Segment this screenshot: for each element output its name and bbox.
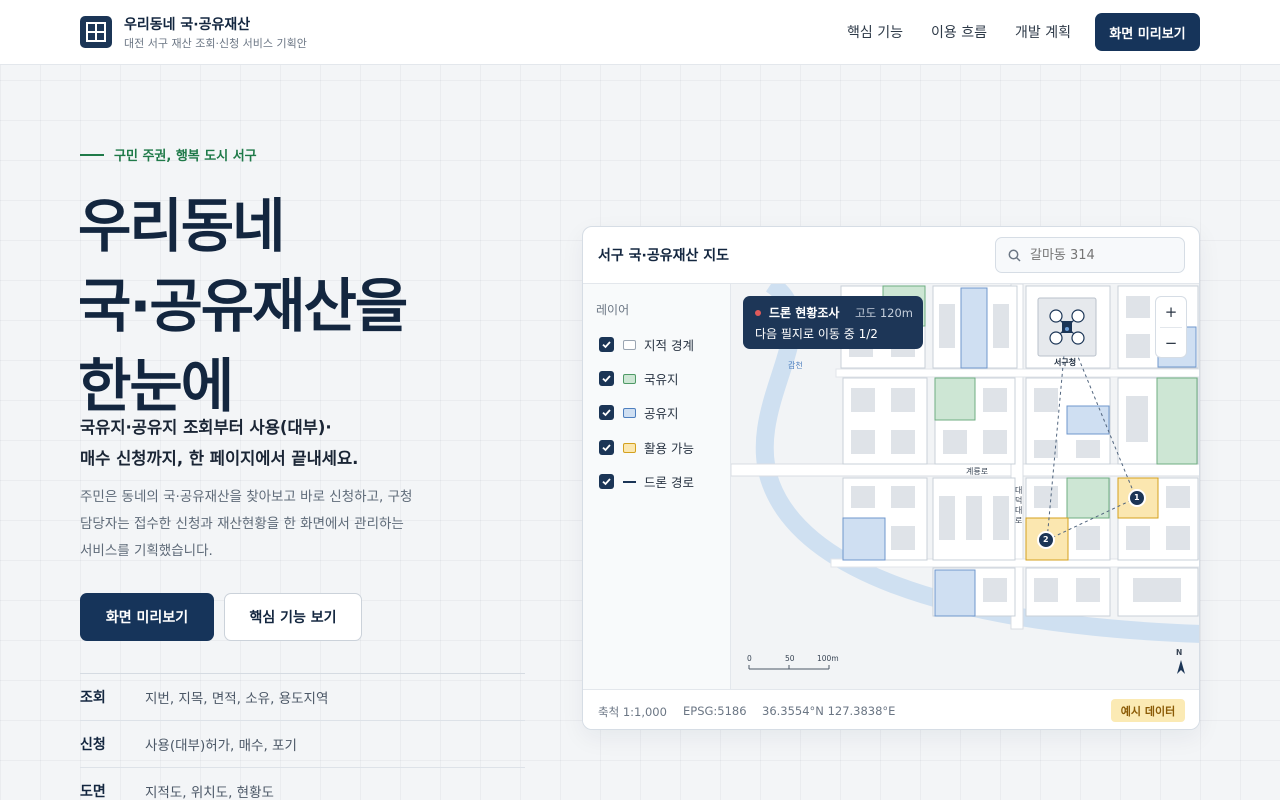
office-label: 서구청 xyxy=(1054,358,1077,367)
hero-lead: 국유지·공유지 조회부터 사용(대부)· 매수 신청까지, 한 페이지에서 끝내… xyxy=(80,412,520,474)
hero-description-line: 담당자는 접수한 신청과 재산현황을 한 화면에서 관리하는 xyxy=(80,516,404,532)
map-scale-text: 축척 1:1,000 xyxy=(598,705,667,719)
hero-features-button[interactable]: 핵심 기능 보기 xyxy=(224,593,362,641)
legend-swatch xyxy=(623,339,636,350)
road-label: 계룡로 xyxy=(966,467,989,476)
marker-2-label[interactable]: 2 xyxy=(1043,535,1049,544)
layer-label: 공유지 xyxy=(644,406,679,421)
feature-row: 도면 지적도, 위치도, 현황도 xyxy=(80,768,525,800)
layer-heading: 레이어 xyxy=(596,303,630,317)
legend-swatch xyxy=(623,407,636,418)
layer-label: 지적 경계 xyxy=(644,338,694,353)
hero-title: 우리동네 국·공유재산을 한눈에 xyxy=(78,186,538,426)
recording-dot-icon xyxy=(755,310,761,316)
legend-swatch xyxy=(623,373,636,384)
zoom-out-button[interactable]: − xyxy=(1156,328,1186,358)
checkbox-checked-icon[interactable] xyxy=(599,371,614,386)
map-card-title: 서구 국·공유재산 지도 xyxy=(598,248,729,264)
brand-subtitle: 대전 서구 재산 조회·신청 서비스 기획안 xyxy=(124,37,307,50)
zoom-in-button[interactable]: + xyxy=(1156,297,1186,327)
eyebrow: 구민 주권, 행복 도시 서구 xyxy=(80,145,257,164)
hero-description-line: 주민은 동네의 국·공유재산을 찾아보고 바로 신청하고, 구청 xyxy=(80,489,413,505)
zoom-control: + − xyxy=(1155,296,1187,358)
drone-status-card: 드론 현황조사 고도 120m 다음 필지로 이동 중 1/2 xyxy=(743,296,923,349)
checkbox-checked-icon[interactable] xyxy=(599,337,614,352)
drone-altitude: 고도 120m xyxy=(855,306,913,320)
drone-title: 드론 현황조사 xyxy=(769,306,840,320)
legend-swatch xyxy=(623,442,636,453)
top-header: 우리동네 국·공유재산 대전 서구 재산 조회·신청 서비스 기획안 핵심 기능… xyxy=(0,0,1280,65)
feature-key: 조회 xyxy=(80,690,106,706)
logo-icon[interactable] xyxy=(80,16,112,48)
hero-lead-line: 국유지·공유지 조회부터 사용(대부)· xyxy=(80,418,332,437)
layer-toggle-national[interactable]: 국유지 xyxy=(599,369,679,388)
feature-list: 조회 지번, 지목, 면적, 소유, 용도지역 신청 사용(대부)허가, 매수,… xyxy=(80,673,525,800)
layer-toggle-boundary[interactable]: 지적 경계 xyxy=(599,335,694,354)
hero-description-line: 서비스를 기획했습니다. xyxy=(80,543,213,559)
sample-data-badge: 예시 데이터 xyxy=(1111,699,1185,722)
map-footer: 축척 1:1,000 EPSG:5186 36.3554°N 127.3838°… xyxy=(583,689,1199,729)
checkbox-checked-icon[interactable] xyxy=(599,440,614,455)
hero-lead-line: 매수 신청까지, 한 페이지에서 끝내세요. xyxy=(80,449,359,468)
brand-title[interactable]: 우리동네 국·공유재산 xyxy=(124,14,250,34)
map-canvas[interactable]: 갑천 계룡로 대덕대로 서구청 1 2 0 50 100m N 드론 현황조사 … xyxy=(731,284,1199,689)
layer-panel: 레이어 지적 경계 국유지 공유지 활용 가능 드론 경로 xyxy=(583,284,731,689)
checkbox-checked-icon[interactable] xyxy=(599,474,614,489)
feature-value: 지번, 지목, 면적, 소유, 용도지역 xyxy=(145,691,329,707)
hero-description: 주민은 동네의 국·공유재산을 찾아보고 바로 신청하고, 구청 담당자는 접수… xyxy=(80,484,530,565)
feature-row: 조회 지번, 지목, 면적, 소유, 용도지역 xyxy=(80,674,525,721)
eyebrow-line xyxy=(80,153,104,156)
layer-toggle-public[interactable]: 공유지 xyxy=(599,403,679,422)
layer-label: 국유지 xyxy=(644,372,679,387)
eyebrow-text: 구민 주권, 행복 도시 서구 xyxy=(114,149,257,164)
nav-link-features[interactable]: 핵심 기능 xyxy=(847,22,903,42)
map-card: 서구 국·공유재산 지도 레이어 지적 경계 국유지 공유지 활용 가능 xyxy=(582,226,1200,730)
feature-value: 사용(대부)허가, 매수, 포기 xyxy=(145,738,297,754)
nav-link-flow[interactable]: 이용 흐름 xyxy=(931,22,987,42)
layer-label: 드론 경로 xyxy=(644,475,694,490)
legend-line xyxy=(623,480,636,483)
scale-label-50: 50 xyxy=(785,654,795,663)
feature-value: 지적도, 위치도, 현황도 xyxy=(145,785,274,800)
search-icon xyxy=(1008,249,1021,262)
checkbox-checked-icon[interactable] xyxy=(599,405,614,420)
map-search-box[interactable] xyxy=(995,237,1185,273)
river-label: 갑천 xyxy=(788,361,803,370)
map-crs-text: EPSG:5186 xyxy=(683,704,747,718)
feature-key: 신청 xyxy=(80,737,106,753)
layer-toggle-available[interactable]: 활용 가능 xyxy=(599,438,694,457)
feature-row: 신청 사용(대부)허가, 매수, 포기 xyxy=(80,721,525,768)
preview-button[interactable]: 화면 미리보기 xyxy=(1095,13,1200,51)
hero-title-line: 국·공유재산을 xyxy=(78,272,408,340)
drone-status: 다음 필지로 이동 중 1/2 xyxy=(755,327,878,341)
map-coords-text: 36.3554°N 127.3838°E xyxy=(762,704,896,718)
nav-link-plan[interactable]: 개발 계획 xyxy=(1015,22,1071,42)
map-search-input[interactable] xyxy=(1030,238,1180,272)
layer-label: 활용 가능 xyxy=(644,441,694,456)
hero-title-line: 우리동네 xyxy=(78,192,285,260)
scale-label-100: 100m xyxy=(817,654,839,663)
marker-1-label[interactable]: 1 xyxy=(1134,493,1140,502)
hero-preview-button[interactable]: 화면 미리보기 xyxy=(80,593,214,641)
feature-key: 도면 xyxy=(80,784,106,800)
vertical-road-label: 대덕대로 xyxy=(1015,486,1023,525)
scale-label-0: 0 xyxy=(747,654,752,663)
north-label: N xyxy=(1176,648,1183,657)
layer-toggle-drone-route[interactable]: 드론 경로 xyxy=(599,472,694,491)
